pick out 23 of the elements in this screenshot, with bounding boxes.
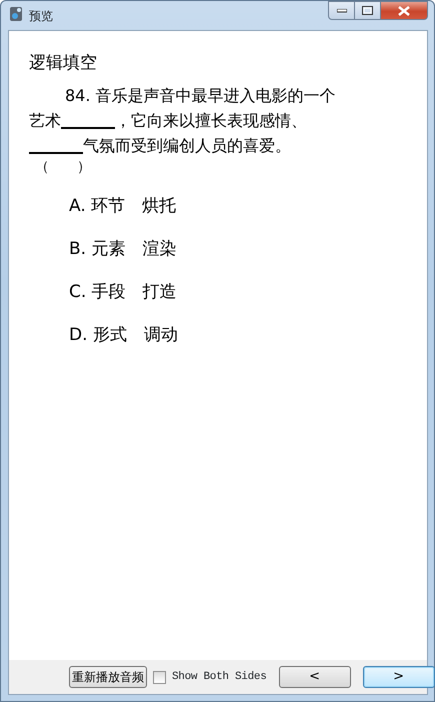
question-text: ，它向来以擅长表现感情、 xyxy=(115,110,307,132)
checkbox-label: Show Both Sides xyxy=(172,670,267,685)
app-icon xyxy=(9,6,23,22)
close-button[interactable] xyxy=(381,1,428,20)
question-text: 艺术 xyxy=(29,110,61,132)
answer-bracket: （ ） xyxy=(35,158,91,176)
minimize-button[interactable] xyxy=(328,1,355,20)
previous-button[interactable]: < xyxy=(278,666,351,688)
question-text: 84. 音乐是声音中最早进入电影的一个 xyxy=(65,84,336,106)
replay-audio-button[interactable]: 重新播放音频 xyxy=(69,666,147,688)
maximize-button[interactable] xyxy=(355,1,381,20)
next-button[interactable]: > xyxy=(362,666,435,688)
minimize-icon xyxy=(336,8,346,12)
section-title: 逻辑填空 xyxy=(29,52,98,75)
checkbox[interactable] xyxy=(153,670,166,684)
question-text: 气氛而受到编创人员的喜爱。 xyxy=(83,134,291,156)
close-icon xyxy=(398,6,410,16)
option-text: D. 形式 调动 xyxy=(69,324,179,346)
option-text: A. 环节 烘托 xyxy=(69,194,178,218)
maximize-icon xyxy=(362,6,373,15)
option-text: B. 元素 渲染 xyxy=(69,238,178,260)
option-text: C. 手段 打造 xyxy=(69,280,178,304)
window-title: 预览 xyxy=(29,8,53,25)
